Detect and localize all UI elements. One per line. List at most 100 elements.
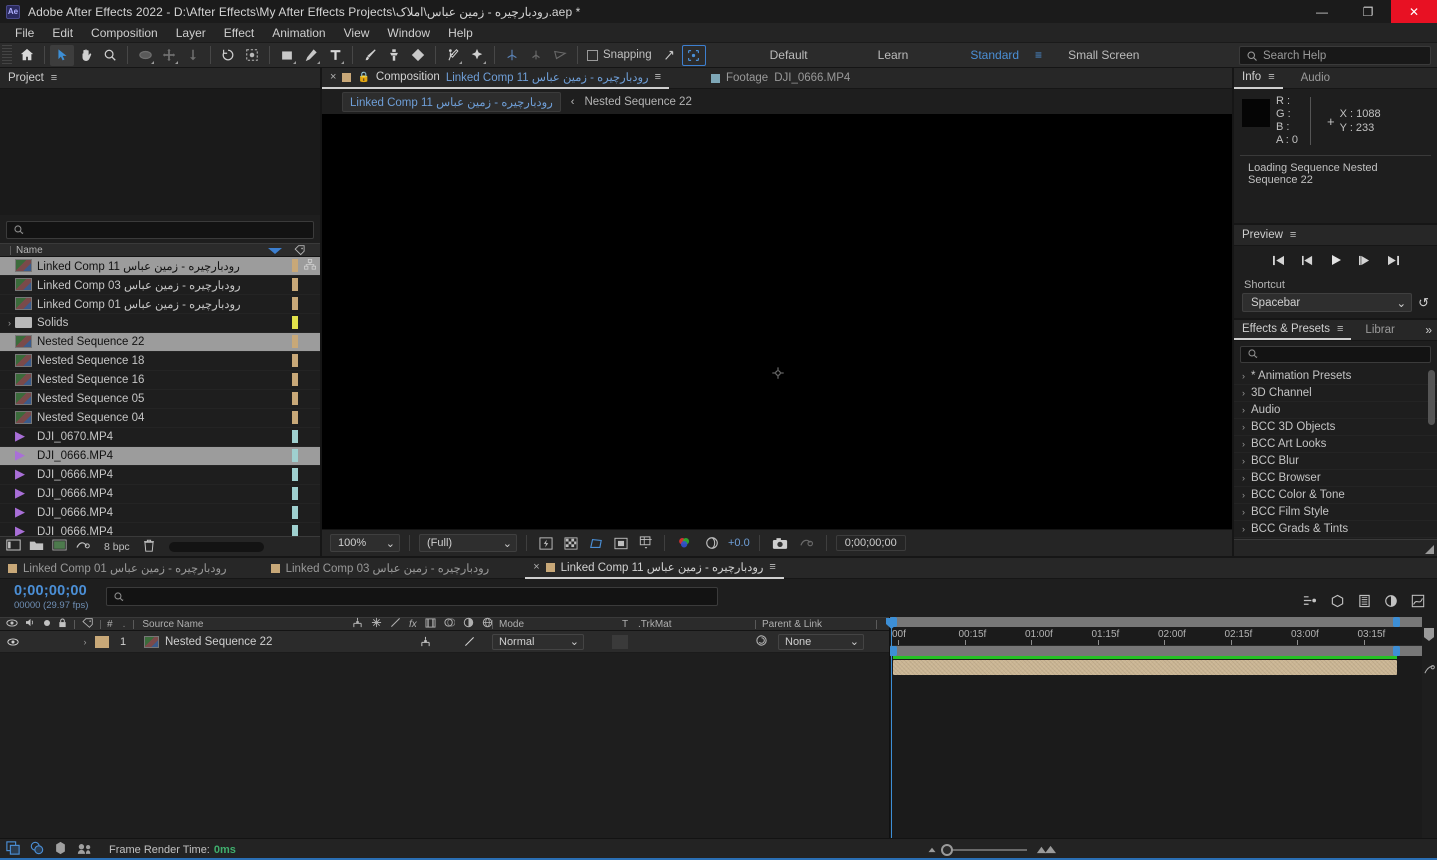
list-item[interactable]: ▶ DJI_0666.MP4 <box>0 446 320 466</box>
label-column-icon[interactable] <box>82 617 94 631</box>
parent-switch-icon[interactable] <box>352 617 363 631</box>
list-item[interactable]: رودبارچیره - زمین عباس Linked Comp 03 <box>0 276 320 295</box>
new-composition-icon[interactable] <box>52 539 67 554</box>
composition-viewer[interactable] <box>322 114 1232 529</box>
effects-scrollbar[interactable] <box>1428 369 1435 425</box>
source-name-column[interactable]: Source Name <box>142 619 203 630</box>
menu-edit[interactable]: Edit <box>43 23 82 43</box>
project-scrollbar[interactable] <box>168 541 264 552</box>
timeline-ruler[interactable]: 00f 00:15f 01:00f 01:15f 02:00f 02:15f 03:00f 0… <box>890 627 1435 646</box>
chevron-right-icon[interactable]: › <box>1242 405 1245 415</box>
snapping-checkbox[interactable] <box>587 49 598 61</box>
dolly-tool-icon[interactable] <box>181 45 205 66</box>
chevron-right-icon[interactable]: › <box>1242 473 1245 483</box>
layer-twirl-icon[interactable]: › <box>78 637 92 647</box>
frame-blend-switch-icon[interactable] <box>425 617 436 631</box>
menu-window[interactable]: Window <box>378 23 439 43</box>
chevron-right-icon[interactable]: › <box>1242 490 1245 500</box>
tab-footage[interactable]: Footage DJI_0666.MP4 <box>703 68 858 89</box>
text-tool-icon[interactable] <box>323 45 347 66</box>
label-color-swatch[interactable] <box>292 430 298 444</box>
tab-libraries[interactable]: Librar <box>1357 320 1395 340</box>
work-area-end-handle[interactable] <box>1393 617 1400 627</box>
previous-frame-icon[interactable] <box>1301 255 1314 269</box>
local-axis-mode-icon[interactable] <box>500 45 524 66</box>
workspace-default[interactable]: Default <box>758 48 820 62</box>
tab-timeline-comp[interactable]: رودبارچیره - زمین عباس Linked Comp 01 <box>0 558 235 579</box>
layer-stretch-icon[interactable] <box>1424 664 1435 678</box>
maximize-button[interactable]: ❐ <box>1345 0 1391 23</box>
show-snapshot-icon[interactable] <box>797 534 817 552</box>
layer-quality-switch[interactable] <box>458 636 480 647</box>
shortcut-select[interactable]: Spacebar ⌄ <box>1242 293 1413 313</box>
effects-overflow-icon[interactable]: » <box>1425 323 1432 337</box>
label-color-swatch[interactable] <box>292 373 298 387</box>
label-color-swatch[interactable] <box>292 525 298 537</box>
layer-duration-bar[interactable] <box>893 660 1397 675</box>
channel-rgb-icon[interactable] <box>674 534 696 552</box>
list-item[interactable]: ▶ DJI_0666.MP4 <box>0 466 320 485</box>
project-item-list[interactable]: رودبارچیره - زمین عباس Linked Comp 11 رود… <box>0 256 320 537</box>
tab-composition[interactable]: × 🔒 Composition رودبارچیره - زمین عباس L… <box>322 68 669 89</box>
hand-tool-icon[interactable] <box>74 45 98 66</box>
motion-graphics-template-icon[interactable] <box>54 841 67 858</box>
video-switch-icon[interactable] <box>6 618 18 630</box>
toggle-mask-visibility-icon[interactable] <box>586 534 605 552</box>
next-frame-icon[interactable] <box>1358 255 1371 269</box>
workspace-menu-icon[interactable]: ≡ <box>1031 48 1046 62</box>
chevron-right-icon[interactable]: › <box>1242 507 1245 517</box>
effects-search-input[interactable] <box>1240 345 1431 363</box>
team-projects-icon[interactable] <box>77 842 93 858</box>
color-depth-button[interactable]: 8 bpc <box>99 540 135 554</box>
list-item[interactable]: › Audio <box>1234 402 1437 419</box>
toggle-transparency-grid-icon[interactable] <box>561 534 580 552</box>
transform-box-icon[interactable] <box>681 44 706 66</box>
choose-grid-guides-icon[interactable] <box>636 534 655 552</box>
tab-preview[interactable]: Preview ≡ <box>1234 225 1304 245</box>
close-tab-icon[interactable]: × <box>330 71 336 83</box>
label-color-swatch[interactable] <box>292 278 298 292</box>
puppet-pin-tool-icon[interactable] <box>441 45 465 66</box>
tab-project[interactable]: Project ≡ <box>0 68 65 88</box>
timeline-track-area[interactable]: 00f 00:15f 01:00f 01:15f 02:00f 02:15f 03:00f 0… <box>886 617 1435 838</box>
pen-tool-icon[interactable] <box>299 45 323 66</box>
workspace-standard[interactable]: Standard <box>958 48 1031 62</box>
project-column-name[interactable]: Name <box>16 245 43 256</box>
list-item[interactable]: › Solids <box>0 314 320 333</box>
timeline-zoom-slider[interactable] <box>890 839 1092 860</box>
effects-switch-icon[interactable]: fx <box>409 619 417 630</box>
label-color-swatch[interactable] <box>292 316 298 330</box>
hide-shy-layers-icon[interactable] <box>1358 594 1371 611</box>
layer-name[interactable]: Nested Sequence 22 <box>165 636 272 648</box>
label-color-swatch[interactable] <box>292 506 298 520</box>
list-item[interactable]: ▶ DJI_0666.MP4 <box>0 485 320 504</box>
shape-tool-icon[interactable] <box>275 45 299 66</box>
home-icon[interactable] <box>15 45 39 66</box>
rotation-tool-icon[interactable] <box>216 45 240 66</box>
sort-descending-icon[interactable] <box>268 248 282 255</box>
tab-timeline-comp[interactable]: × رودبارچیره - زمین عباس Linked Comp 11 ≡ <box>525 558 784 579</box>
label-color-swatch[interactable] <box>292 297 298 311</box>
timeline-panel-menu-icon[interactable]: ≡ <box>769 561 775 573</box>
list-item[interactable]: Nested Sequence 22 <box>0 332 320 352</box>
menu-layer[interactable]: Layer <box>167 23 215 43</box>
search-help-input[interactable]: Search Help <box>1239 46 1431 65</box>
list-item[interactable]: › 3D Channel <box>1234 385 1437 402</box>
menu-effect[interactable]: Effect <box>215 23 263 43</box>
zoom-out-icon[interactable] <box>925 845 939 856</box>
work-area-bar[interactable] <box>890 617 1422 627</box>
zoom-tool-icon[interactable] <box>98 45 122 66</box>
list-item[interactable]: › * Animation Presets <box>1234 368 1437 385</box>
chevron-right-icon[interactable]: › <box>1242 388 1245 398</box>
label-color-swatch[interactable] <box>292 449 298 463</box>
label-color-swatch[interactable] <box>292 259 298 273</box>
list-item[interactable]: › BCC Blur <box>1234 453 1437 470</box>
lock-icon[interactable]: 🔒 <box>357 72 369 83</box>
solo-switch-icon[interactable] <box>43 619 51 630</box>
brush-tool-icon[interactable] <box>358 45 382 66</box>
list-item[interactable]: Nested Sequence 16 <box>0 371 320 390</box>
layer-parent-select[interactable]: None ⌄ <box>778 633 864 650</box>
label-color-swatch[interactable] <box>292 411 298 425</box>
tab-effects-presets[interactable]: Effects & Presets ≡ <box>1234 319 1352 341</box>
orbit-tool-icon[interactable] <box>133 45 157 66</box>
